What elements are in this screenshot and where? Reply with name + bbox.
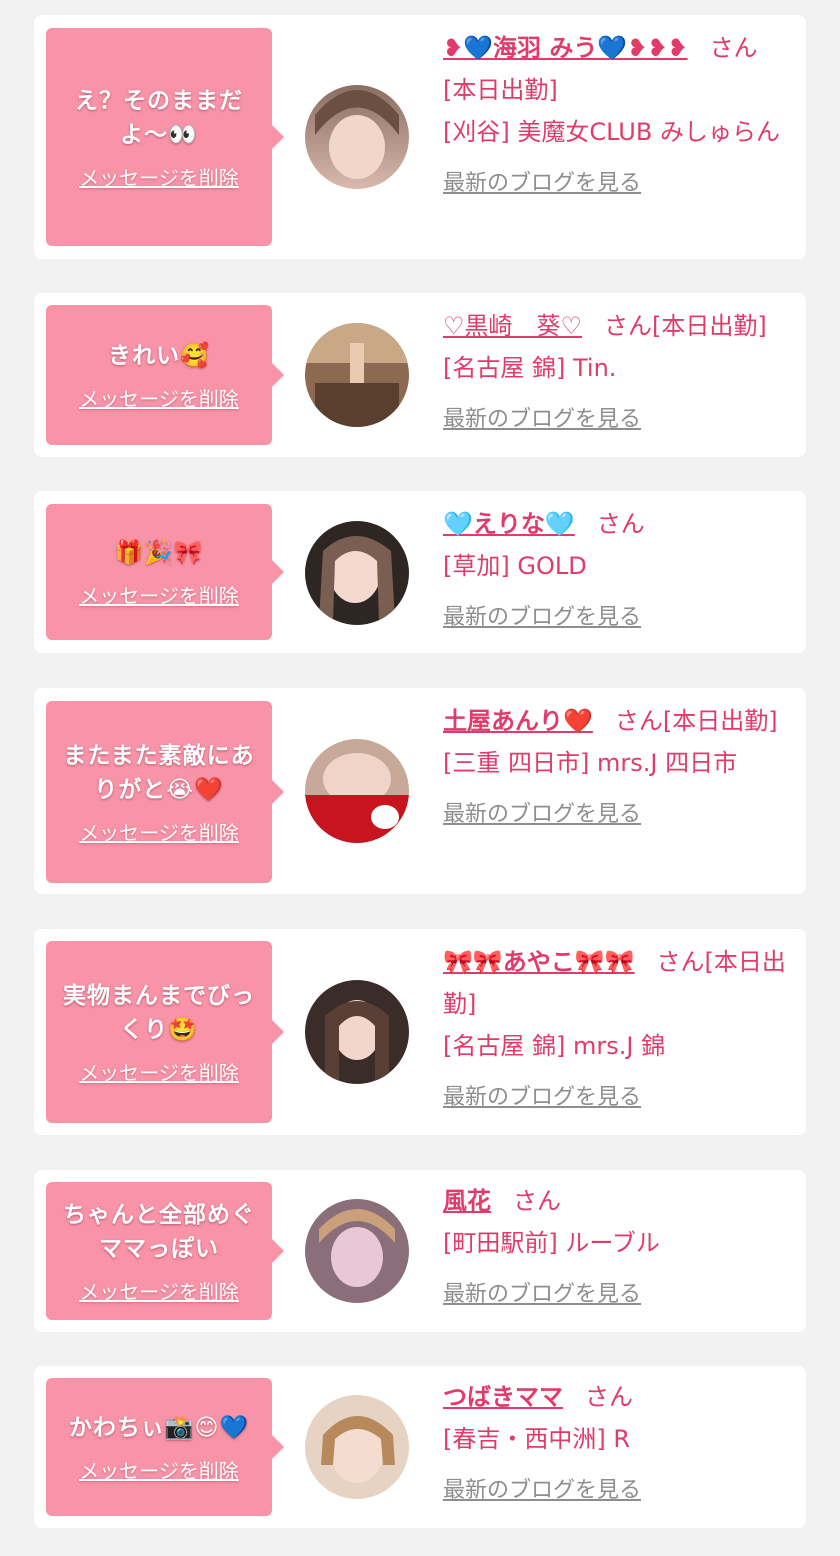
list-item: かわちぃ📸😊💙 メッセージを削除 つばきママ さん [春吉・西中洲] R 最新のブ… — [34, 1366, 806, 1528]
area-shop: [名古屋 錦] Tin. — [443, 354, 617, 382]
latest-blog-link[interactable]: 最新のブログを見る — [443, 1077, 641, 1119]
area-shop: [草加] GOLD — [443, 552, 587, 580]
message-list: え？そのままだよ〜👀 メッセージを削除 ❥💙海羽 みう💙❥❥❥ さん [本日出勤]… — [0, 0, 840, 1556]
attendance-status: [本日出勤] — [443, 76, 558, 104]
message-text: ちゃんと全部めぐママっぽい — [63, 1201, 255, 1262]
message-text: 実物まんまでびっくり🤩 — [63, 982, 255, 1043]
avatar[interactable] — [305, 85, 409, 189]
cast-name-link[interactable]: 🩵えりな🩵 — [443, 510, 575, 538]
avatar[interactable] — [305, 739, 409, 843]
cast-name-link[interactable]: ♡黒崎 葵♡ — [443, 312, 582, 340]
message-text: 🎁🎉🎀 — [114, 539, 204, 566]
attendance-status: [本日出勤] — [652, 312, 767, 340]
delete-message-link[interactable]: メッセージを削除 — [79, 1455, 239, 1484]
area-shop: [三重 四日市] mrs.J 四日市 — [443, 749, 738, 777]
area-shop: [町田駅前] ルーブル — [443, 1229, 660, 1257]
avatar[interactable] — [305, 1199, 409, 1303]
cast-info: ♡黒崎 葵♡ さん[本日出勤] [名古屋 錦] Tin. 最新のブログを見る — [443, 305, 795, 441]
cast-info: 🎀🎀あやこ🎀🎀 さん[本日出勤] [名古屋 錦] mrs.J 錦 最新のブログを見… — [443, 941, 795, 1119]
message-text: きれい🥰 — [108, 342, 210, 369]
cast-header-line: 🩵えりな🩵 さん — [443, 503, 795, 545]
honorific: さん — [585, 1383, 633, 1411]
list-item: きれい🥰 メッセージを削除 ♡黒崎 葵♡ さん[本日出勤] [名古屋 錦] Tin… — [34, 293, 806, 457]
message-bubble: 実物まんまでびっくり🤩 メッセージを削除 — [46, 941, 284, 1123]
avatar[interactable] — [305, 521, 409, 625]
avatar[interactable] — [305, 1395, 409, 1499]
cast-info: 🩵えりな🩵 さん [草加] GOLD 最新のブログを見る — [443, 503, 795, 639]
latest-blog-link[interactable]: 最新のブログを見る — [443, 163, 641, 205]
cast-name-link[interactable]: つばきママ — [443, 1383, 563, 1411]
latest-blog-link[interactable]: 最新のブログを見る — [443, 794, 641, 836]
list-item: え？そのままだよ〜👀 メッセージを削除 ❥💙海羽 みう💙❥❥❥ さん [本日出勤]… — [34, 15, 806, 259]
latest-blog-link[interactable]: 最新のブログを見る — [443, 1470, 641, 1512]
list-item: 実物まんまでびっくり🤩 メッセージを削除 🎀🎀あやこ🎀🎀 さん[本日出勤] [名古… — [34, 929, 806, 1135]
latest-blog-link[interactable]: 最新のブログを見る — [443, 399, 641, 441]
cast-info: ❥💙海羽 みう💙❥❥❥ さん [本日出勤] [刈谷] 美魔女CLUB みしゅらん … — [443, 27, 795, 205]
message-text: え？そのままだよ〜👀 — [75, 87, 243, 148]
message-text: かわちぃ📸😊💙 — [68, 1414, 250, 1441]
delete-message-link[interactable]: メッセージを削除 — [79, 383, 239, 412]
message-bubble: かわちぃ📸😊💙 メッセージを削除 — [46, 1378, 284, 1516]
attendance-status: [本日出勤] — [662, 707, 778, 735]
message-bubble: 🎁🎉🎀 メッセージを削除 — [46, 504, 284, 640]
cast-info: 土屋あんり❤️ さん[本日出勤] [三重 四日市] mrs.J 四日市 最新のブロ… — [443, 700, 795, 836]
honorific: さん — [513, 1187, 561, 1215]
delete-message-link[interactable]: メッセージを削除 — [79, 580, 239, 609]
message-bubble: え？そのままだよ〜👀 メッセージを削除 — [46, 28, 284, 246]
list-item: またまた素敵にありがと😭❤️ メッセージを削除 土屋あんり❤️ さん[本日出勤] … — [34, 688, 806, 894]
cast-header-line: ♡黒崎 葵♡ さん[本日出勤] — [443, 305, 795, 347]
avatar[interactable] — [305, 323, 409, 427]
cast-header-line: 土屋あんり❤️ さん[本日出勤] — [443, 700, 795, 742]
message-bubble: ちゃんと全部めぐママっぽい メッセージを削除 — [46, 1182, 284, 1320]
latest-blog-link[interactable]: 最新のブログを見る — [443, 597, 641, 639]
cast-name-link[interactable]: 🎀🎀あやこ🎀🎀 — [443, 948, 635, 976]
delete-message-link[interactable]: メッセージを削除 — [79, 162, 239, 191]
list-item: 🎁🎉🎀 メッセージを削除 🩵えりな🩵 さん [草加] GOLD 最新のブログを見る — [34, 491, 806, 653]
area-shop: [春吉・西中洲] R — [443, 1425, 631, 1453]
honorific: さん — [596, 510, 645, 538]
cast-name-link[interactable]: ❥💙海羽 みう💙❥❥❥ — [443, 34, 688, 62]
area-shop: [刈谷] 美魔女CLUB みしゅらん — [443, 118, 780, 146]
cast-info: つばきママ さん [春吉・西中洲] R 最新のブログを見る — [443, 1376, 795, 1512]
delete-message-link[interactable]: メッセージを削除 — [79, 1276, 239, 1305]
message-text: またまた素敵にありがと😭❤️ — [63, 742, 255, 803]
cast-info: 風花 さん [町田駅前] ルーブル 最新のブログを見る — [443, 1180, 795, 1316]
cast-name-link[interactable]: 土屋あんり❤️ — [443, 707, 593, 735]
cast-name-link[interactable]: 風花 — [443, 1187, 491, 1215]
cast-header-line: つばきママ さん — [443, 1376, 795, 1418]
message-bubble: またまた素敵にありがと😭❤️ メッセージを削除 — [46, 701, 284, 883]
delete-message-link[interactable]: メッセージを削除 — [79, 1057, 239, 1086]
honorific: さん — [709, 34, 758, 62]
area-shop: [名古屋 錦] mrs.J 錦 — [443, 1032, 666, 1060]
latest-blog-link[interactable]: 最新のブログを見る — [443, 1274, 641, 1316]
delete-message-link[interactable]: メッセージを削除 — [79, 817, 239, 846]
honorific: さん — [614, 707, 663, 735]
honorific: さん — [604, 312, 653, 340]
cast-header-line: ❥💙海羽 みう💙❥❥❥ さん — [443, 27, 795, 69]
honorific: さん — [656, 948, 705, 976]
message-bubble: きれい🥰 メッセージを削除 — [46, 305, 284, 445]
cast-header-line: 🎀🎀あやこ🎀🎀 さん[本日出勤] — [443, 941, 795, 1025]
cast-header-line: 風花 さん — [443, 1180, 795, 1222]
avatar[interactable] — [305, 980, 409, 1084]
list-item: ちゃんと全部めぐママっぽい メッセージを削除 風花 さん [町田駅前] ルーブル … — [34, 1170, 806, 1332]
